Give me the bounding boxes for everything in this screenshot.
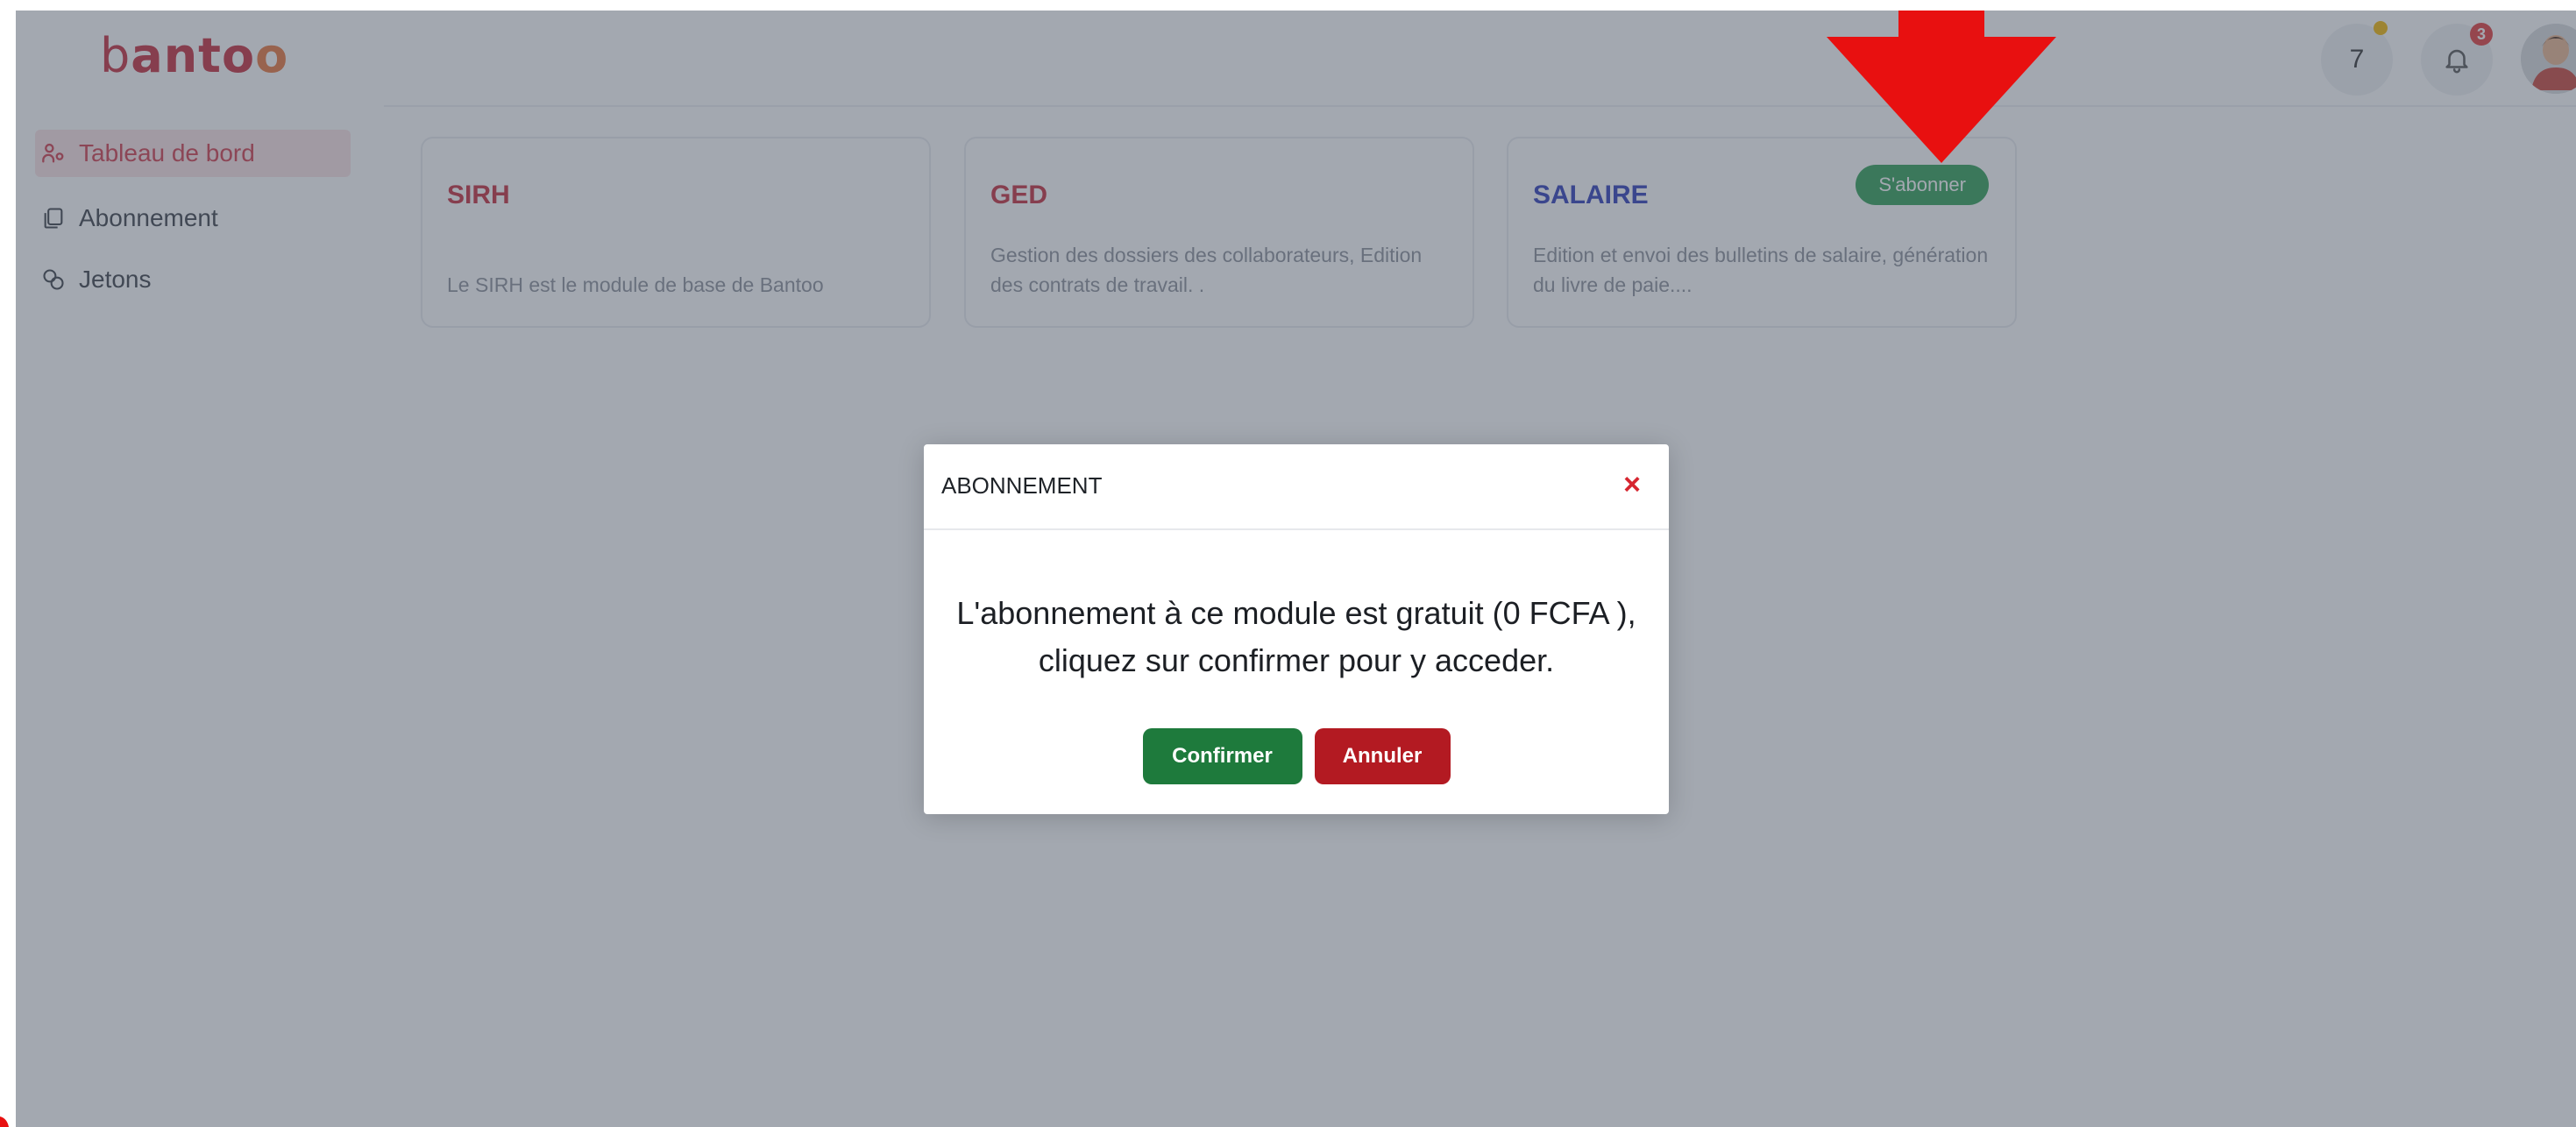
app-window: bantoo 7 3	[16, 11, 2576, 1127]
close-icon[interactable]: ×	[1614, 467, 1650, 502]
annotation-corner-mark	[0, 1116, 9, 1127]
confirm-button[interactable]: Confirmer	[1142, 728, 1302, 784]
annotation-arrow-icon	[1827, 11, 2056, 163]
modal-message: L'abonnement à ce module est gratuit (0 …	[924, 590, 1669, 684]
modal-message-line2: cliquez sur confirmer pour y acceder.	[1038, 642, 1555, 678]
modal-message-line1: L'abonnement à ce module est gratuit (0 …	[956, 595, 1636, 631]
modal-header: ABONNEMENT ×	[924, 444, 1669, 530]
modal-title: ABONNEMENT	[941, 472, 1103, 499]
subscription-modal: ABONNEMENT × L'abonnement à ce module es…	[924, 444, 1669, 814]
modal-actions: Confirmer Annuler	[924, 728, 1669, 784]
cancel-button[interactable]: Annuler	[1314, 728, 1451, 784]
